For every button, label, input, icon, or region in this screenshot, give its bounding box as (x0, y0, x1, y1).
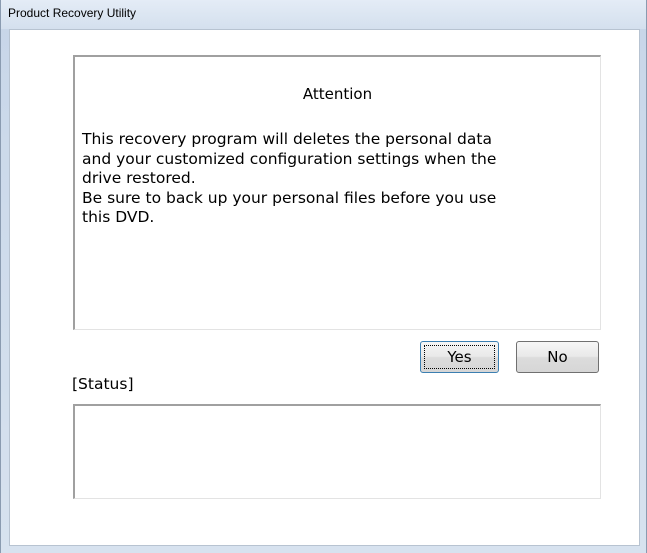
focus-rectangle (424, 345, 495, 369)
title-bar[interactable]: Product Recovery Utility (1, 0, 646, 29)
yes-button[interactable]: Yes (420, 341, 499, 373)
status-box (73, 404, 601, 499)
recovery-window: Product Recovery Utility Attention This … (0, 0, 647, 553)
attention-line: and your customized configuration settin… (82, 149, 497, 168)
dialog-client-area: Attention This recovery program will del… (9, 29, 640, 546)
attention-message: This recovery program will deletes the p… (82, 130, 597, 228)
attention-message-box: Attention This recovery program will del… (73, 55, 601, 330)
no-button[interactable]: No (516, 341, 599, 373)
attention-heading: Attention (302, 85, 373, 103)
status-label: [Status] (72, 375, 134, 393)
window-title: Product Recovery Utility (8, 6, 137, 20)
no-button-label: No (547, 348, 568, 366)
attention-line: Be sure to back up your personal files b… (82, 188, 497, 207)
attention-line: this DVD. (82, 208, 155, 226)
attention-line: drive restored. (82, 169, 196, 187)
attention-line: This recovery program will deletes the p… (82, 130, 492, 148)
